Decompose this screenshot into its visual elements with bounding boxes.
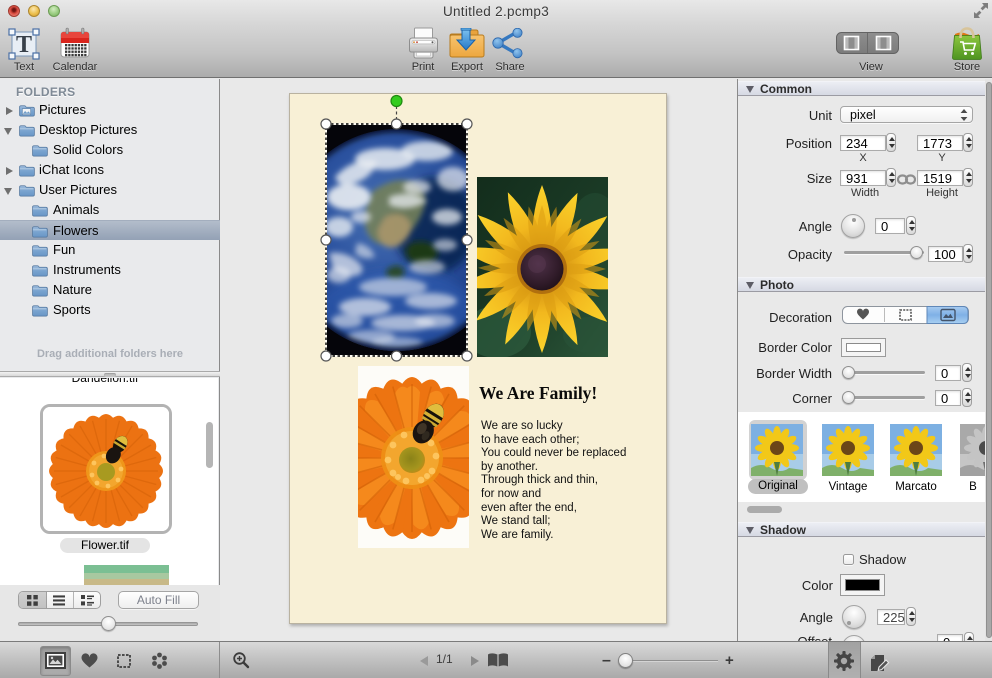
svg-text:T: T [16, 32, 32, 58]
